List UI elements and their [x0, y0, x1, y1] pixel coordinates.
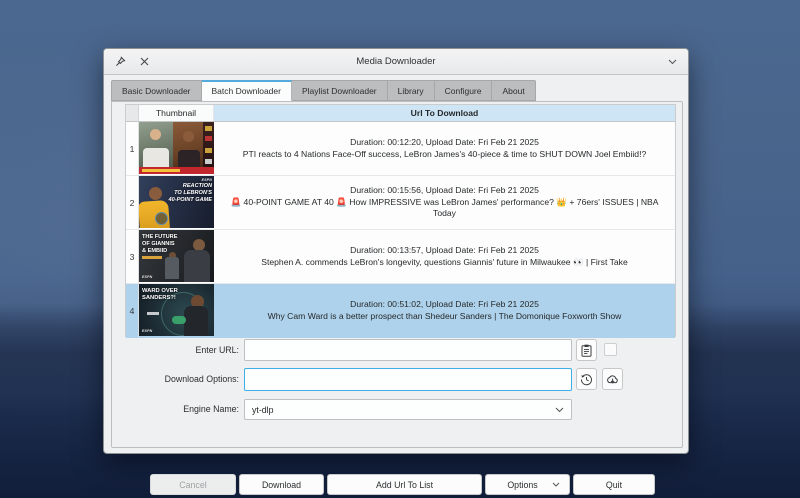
download-button[interactable]: Download: [239, 474, 324, 495]
options-history-button[interactable]: [576, 368, 597, 390]
engine-selected-value: yt-dlp: [252, 405, 274, 415]
tab-bar: Basic Downloader Batch Downloader Playli…: [111, 80, 536, 101]
video-thumbnail-ward-sanders: WARD OVER SANDERS?! ESPN: [139, 284, 214, 336]
video-title: Stephen A. commends LeBron's longevity, …: [261, 257, 628, 269]
tab-about[interactable]: About: [492, 80, 535, 101]
espn-logo: ESPN: [142, 329, 152, 333]
table-row-selected[interactable]: 4 WARD OVER SANDERS?!: [126, 284, 675, 338]
add-url-to-list-button[interactable]: Add Url To List: [327, 474, 482, 495]
table-header: Thumbnail Url To Download: [126, 105, 675, 122]
video-meta: Duration: 00:51:02, Upload Date: Fri Feb…: [268, 299, 622, 311]
espn-logo: ESPN: [142, 275, 152, 279]
monitor-clipboard-checkbox[interactable]: [604, 343, 617, 356]
tab-batch-downloader[interactable]: Batch Downloader: [202, 80, 292, 101]
chevron-down-icon: [555, 407, 564, 413]
tab-configure[interactable]: Configure: [435, 80, 493, 101]
table-row[interactable]: 3 THE FUTURE OF GIANNIS & EMBIID: [126, 230, 675, 284]
video-meta: Duration: 00:13:57, Upload Date: Fri Feb…: [261, 245, 628, 257]
url-column-header[interactable]: Url To Download: [214, 105, 675, 121]
engine-select[interactable]: yt-dlp: [244, 399, 572, 420]
url-input[interactable]: [244, 339, 572, 361]
tab-library[interactable]: Library: [388, 80, 435, 101]
video-meta: Duration: 00:12:20, Upload Date: Fri Feb…: [243, 137, 646, 149]
video-title: 🚨 40-POINT GAME AT 40 🚨 How IMPRESSIVE w…: [221, 197, 668, 221]
batch-downloader-pane: Thumbnail Url To Download 1: [111, 101, 683, 448]
row-number: 1: [126, 122, 139, 176]
video-title: PTI reacts to 4 Nations Face-Off success…: [243, 149, 646, 161]
enter-url-label: Enter URL:: [124, 345, 239, 355]
engine-name-label: Engine Name:: [124, 404, 239, 414]
options-button[interactable]: Options: [485, 474, 570, 495]
download-defaults-button[interactable]: [602, 368, 623, 390]
quit-button[interactable]: Quit: [573, 474, 655, 495]
video-thumbnail-giannis-embiid: THE FUTURE OF GIANNIS & EMBIID ESPN: [139, 230, 214, 282]
clipboard-icon: [581, 344, 592, 357]
desktop-wallpaper: Media Downloader Basic Downloader Batch …: [0, 0, 800, 498]
row-number: 3: [126, 230, 139, 284]
video-meta: Duration: 00:15:56, Upload Date: Fri Feb…: [221, 185, 668, 197]
window-title: Media Downloader: [104, 56, 688, 67]
url-table: Thumbnail Url To Download 1: [125, 104, 676, 337]
cloud-download-icon: [606, 374, 619, 385]
titlebar: Media Downloader: [104, 49, 688, 75]
download-options-label: Download Options:: [124, 374, 239, 384]
row-number: 2: [126, 176, 139, 230]
history-clock-icon: [580, 373, 593, 386]
chevron-down-icon: [552, 482, 560, 487]
video-title: Why Cam Ward is a better prospect than S…: [268, 311, 622, 323]
download-options-input[interactable]: [244, 368, 572, 391]
table-row[interactable]: 2 REACTION TO LEBRON'S 40-POINT GAME ES: [126, 176, 675, 230]
video-thumbnail-lebron-reaction: REACTION TO LEBRON'S 40-POINT GAME ESPN: [139, 176, 214, 228]
espn-logo: ESPN: [202, 178, 212, 182]
video-thumbnail-pti: [139, 122, 214, 174]
media-downloader-window: Media Downloader Basic Downloader Batch …: [103, 48, 689, 454]
thumbnail-column-header[interactable]: Thumbnail: [139, 105, 214, 121]
cancel-button: Cancel: [150, 474, 236, 495]
row-number-header: [126, 105, 139, 121]
paste-clipboard-button[interactable]: [576, 339, 597, 361]
row-number: 4: [126, 284, 139, 338]
tab-playlist-downloader[interactable]: Playlist Downloader: [292, 80, 388, 101]
tab-basic-downloader[interactable]: Basic Downloader: [111, 80, 202, 101]
table-row[interactable]: 1 Duratio: [126, 122, 675, 176]
